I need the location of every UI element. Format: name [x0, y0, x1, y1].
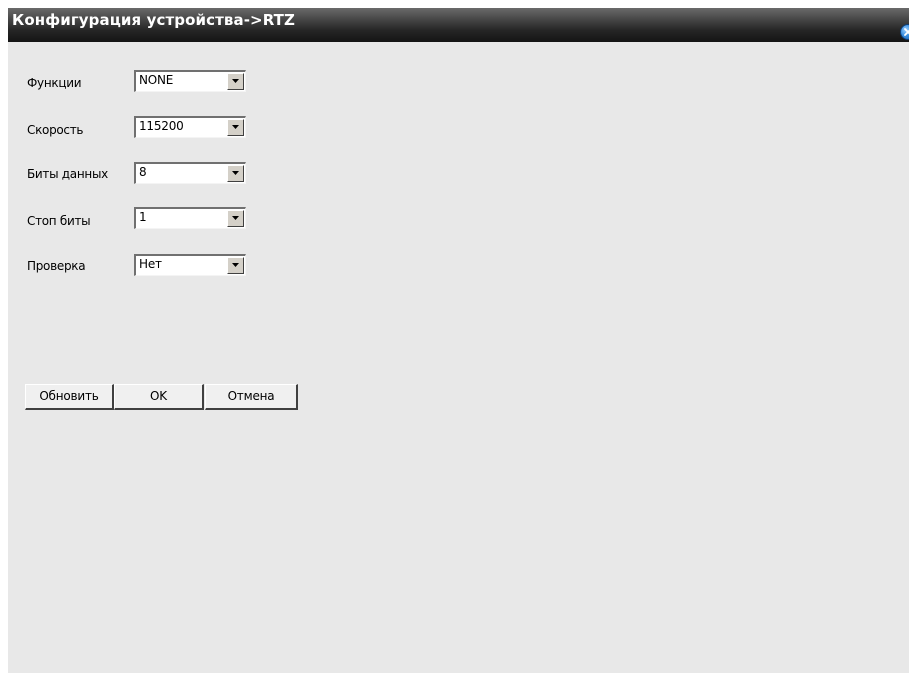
close-icon	[904, 28, 909, 36]
stop-bits-select[interactable]: 1	[134, 207, 246, 229]
speed-dropdown-button[interactable]	[227, 119, 244, 136]
functions-value: NONE	[139, 73, 174, 87]
chevron-down-icon	[232, 79, 239, 83]
data-bits-dropdown-button[interactable]	[227, 165, 244, 182]
config-window: Конфигурация устройства->RTZ Функции NON…	[8, 8, 909, 673]
refresh-button[interactable]: Обновить	[25, 384, 114, 410]
cancel-button[interactable]: Отмена	[205, 384, 298, 410]
data-bits-label: Биты данных	[27, 167, 108, 181]
chevron-down-icon	[232, 171, 239, 175]
functions-label: Функции	[27, 76, 82, 90]
functions-select[interactable]: NONE	[134, 70, 246, 92]
speed-select[interactable]: 115200	[134, 116, 246, 138]
stop-bits-dropdown-button[interactable]	[227, 210, 244, 227]
title-bar: Конфигурация устройства->RTZ	[8, 8, 909, 42]
close-button[interactable]	[900, 24, 909, 40]
data-bits-value: 8	[139, 165, 147, 179]
parity-select[interactable]: Нет	[134, 254, 246, 276]
chevron-down-icon	[232, 263, 239, 267]
speed-label: Скорость	[27, 123, 84, 137]
ok-button[interactable]: OK	[114, 384, 204, 410]
functions-dropdown-button[interactable]	[227, 73, 244, 90]
parity-label: Проверка	[27, 259, 86, 273]
parity-value: Нет	[139, 257, 162, 271]
window-title: Конфигурация устройства->RTZ	[12, 11, 295, 29]
stop-bits-value: 1	[139, 210, 147, 224]
chevron-down-icon	[232, 125, 239, 129]
stop-bits-label: Стоп биты	[27, 214, 91, 228]
data-bits-select[interactable]: 8	[134, 162, 246, 184]
speed-value: 115200	[139, 119, 184, 133]
parity-dropdown-button[interactable]	[227, 257, 244, 274]
chevron-down-icon	[232, 216, 239, 220]
